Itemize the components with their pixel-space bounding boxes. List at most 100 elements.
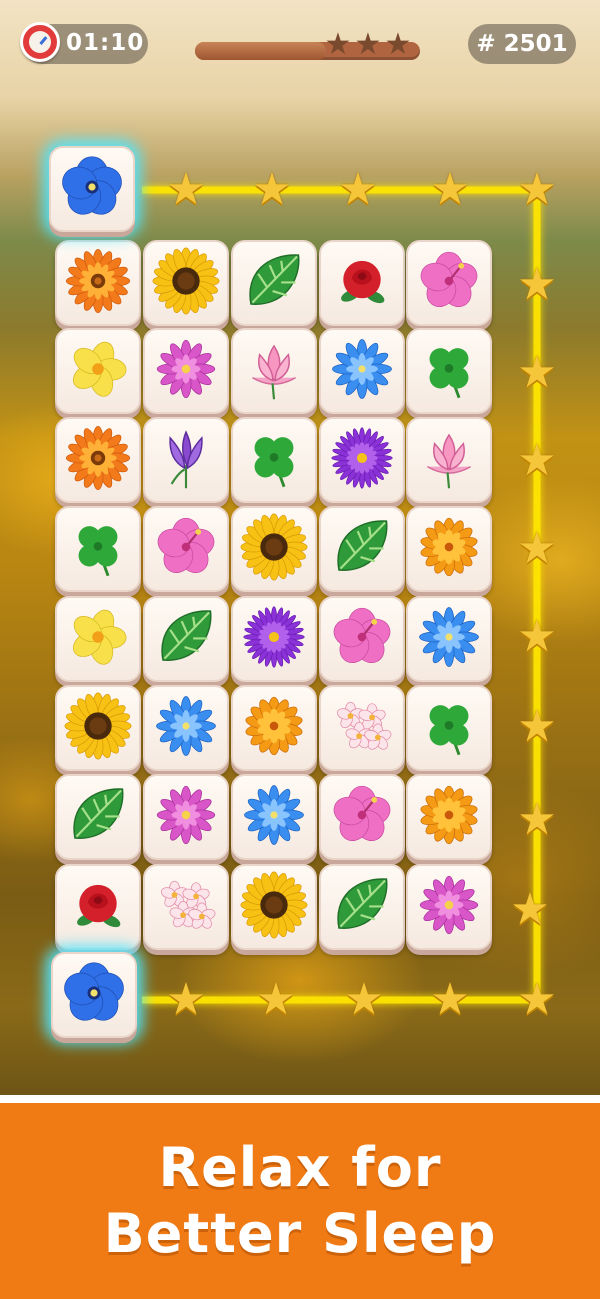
blue-dahlia-icon [150,690,222,766]
tile[interactable] [406,328,492,414]
banner-line-1: Relax for [158,1136,442,1199]
tile[interactable] [231,328,317,414]
tile[interactable] [406,685,492,771]
tile[interactable] [55,774,141,860]
tile[interactable] [143,417,229,503]
tile[interactable] [55,240,141,326]
orange-marigold-icon [238,690,310,766]
tile[interactable] [231,685,317,771]
tile[interactable] [231,506,317,592]
tile[interactable] [55,506,141,592]
yellow-plumeria-icon [62,333,134,409]
tile[interactable] [55,864,141,950]
blue-dahlia-icon [238,779,310,855]
tile[interactable] [319,596,405,682]
orange-marigold-icon [413,779,485,855]
orange-gerbera-icon [62,245,134,321]
tile[interactable] [231,417,317,503]
pink-dahlia-icon [413,869,485,945]
path-star-icon: ★ [517,974,557,1025]
pink-hibiscus-icon [413,245,485,321]
tile[interactable] [231,864,317,950]
tile[interactable] [406,417,492,503]
sunflower-icon [62,690,134,766]
path-star-icon: ★ [430,164,470,215]
selected-tile[interactable] [51,952,137,1038]
blue-flower-icon [56,151,128,227]
tile[interactable] [55,417,141,503]
pink-dahlia-icon [150,779,222,855]
path-star-icon: ★ [252,164,292,215]
tile[interactable] [143,596,229,682]
path-star-icon: ★ [517,435,557,486]
monstera-leaf-icon [62,779,134,855]
path-star-icon: ★ [517,164,557,215]
path-star-icon: ★ [166,164,206,215]
clover-icon [62,511,134,587]
tile[interactable] [319,864,405,950]
tile[interactable] [231,596,317,682]
path-star-icon: ★ [517,523,557,574]
pink-hibiscus-icon [326,601,398,677]
tile[interactable] [231,240,317,326]
path-star-icon: ★ [517,259,557,310]
tile[interactable] [319,328,405,414]
promo-banner: Relax for Better Sleep [0,1095,600,1299]
path-star-icon: ★ [517,611,557,662]
pink-dahlia-icon [150,333,222,409]
path-star-icon: ★ [166,974,206,1025]
tile[interactable] [231,774,317,860]
tile[interactable] [143,774,229,860]
tile[interactable] [319,506,405,592]
selected-tile[interactable] [49,146,135,232]
purple-aster-icon [326,422,398,498]
sunflower-icon [238,511,310,587]
path-star-icon: ★ [430,974,470,1025]
tile[interactable] [406,864,492,950]
blue-flower-icon [58,957,130,1033]
tile[interactable] [143,685,229,771]
monstera-leaf-icon [150,601,222,677]
tile[interactable] [319,417,405,503]
orange-gerbera-2-icon [62,422,134,498]
sunflower-icon [238,869,310,945]
monstera-leaf-icon [326,511,398,587]
purple-aster-icon [238,601,310,677]
tile[interactable] [406,506,492,592]
path-star-icon: ★ [344,974,384,1025]
tile[interactable] [406,596,492,682]
tile[interactable] [406,774,492,860]
tile[interactable] [143,864,229,950]
path-star-icon: ★ [517,347,557,398]
plumeria-cluster-icon [326,690,398,766]
tile[interactable] [319,774,405,860]
pink-lotus-icon [238,333,310,409]
orange-marigold-icon [413,511,485,587]
path-star-icon: ★ [517,701,557,752]
red-rose-icon [62,869,134,945]
path-star-icon: ★ [338,164,378,215]
clover-icon [413,333,485,409]
tile[interactable] [143,328,229,414]
tile[interactable] [55,596,141,682]
plumeria-cluster-icon [150,869,222,945]
blue-dahlia-icon [413,601,485,677]
sunflower-icon [150,245,222,321]
yellow-plumeria-icon [62,601,134,677]
tile[interactable] [319,685,405,771]
pink-hibiscus-icon [150,511,222,587]
pink-lotus-icon [413,422,485,498]
path-star-icon: ★ [256,974,296,1025]
tile[interactable] [55,328,141,414]
path-star-icon: ★ [517,794,557,845]
tile[interactable] [55,685,141,771]
red-rose-icon [326,245,398,321]
clover-icon [413,690,485,766]
pink-hibiscus-icon [326,779,398,855]
tile[interactable] [406,240,492,326]
tile[interactable] [319,240,405,326]
tile[interactable] [143,506,229,592]
tile[interactable] [143,240,229,326]
banner-line-2: Better Sleep [103,1202,497,1265]
crocus-icon [150,422,222,498]
